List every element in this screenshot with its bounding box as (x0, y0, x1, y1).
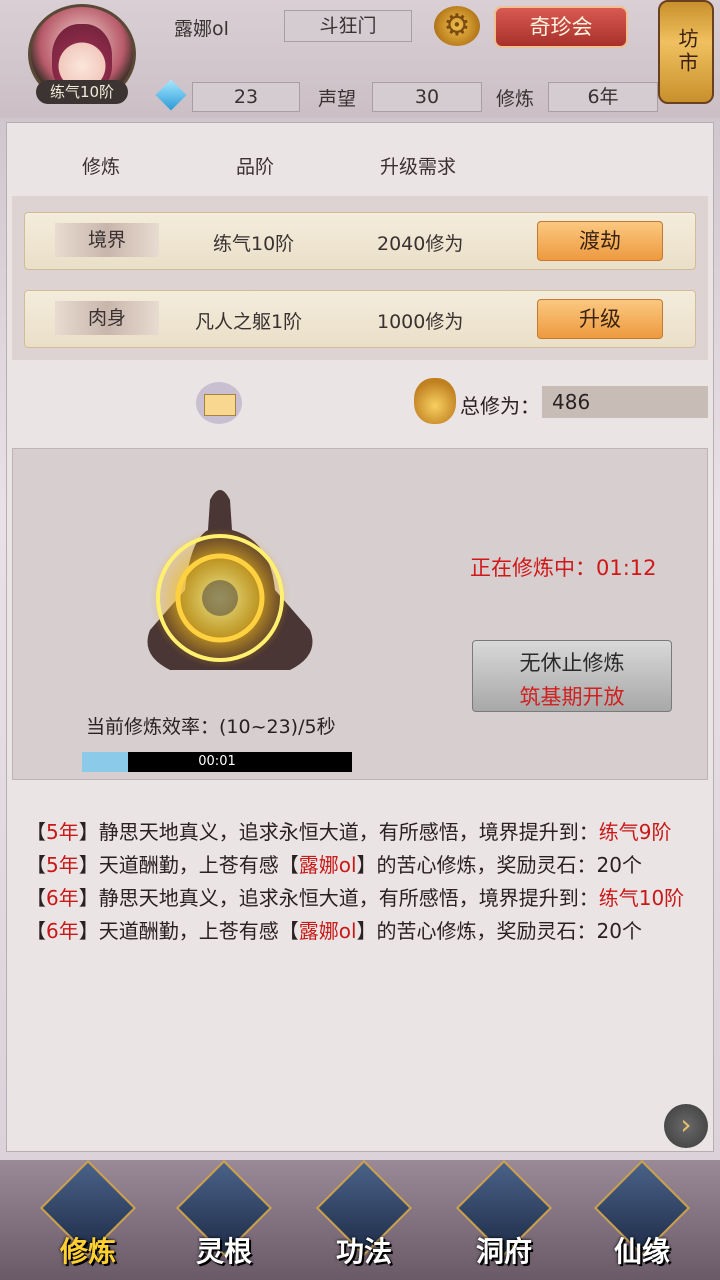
log-tail: 】的苦心修炼，奖励灵石：20个 (356, 853, 642, 877)
endless-label: 无休止修炼 (519, 651, 625, 675)
tribulation-button[interactable]: 渡劫 (537, 221, 663, 261)
log-text: 天道酬勤，上苍有感【 (98, 853, 299, 877)
log-text: 静思天地真义，追求永恒大道，有所感悟，境界提升到： (98, 886, 599, 910)
bracket: 】 (78, 886, 99, 910)
log-entry: 【5年】天道酬勤，上苍有感【露娜ol】的苦心修炼，奖励灵石：20个 (26, 849, 696, 882)
cultivation-log: 【5年】静思天地真义，追求永恒大道，有所感悟，境界提升到：练气9阶 【5年】天道酬… (26, 816, 696, 948)
cultivation-rate: 当前修炼效率：(10~23)/5秒 (86, 716, 336, 738)
reputation-label: 声望 (318, 88, 357, 110)
bracket: 】 (78, 919, 99, 943)
bracket: 】 (78, 853, 99, 877)
nav-label: 仙缘 (613, 1235, 670, 1268)
log-year: 5年 (46, 820, 79, 844)
log-highlight: 练气9阶 (598, 820, 672, 844)
bracket: 】 (78, 820, 99, 844)
bracket: 【 (26, 820, 46, 844)
avatar-level-badge: 练气10阶 (36, 80, 128, 104)
column-header-cultivate: 修炼 (82, 156, 121, 178)
log-highlight: 练气10阶 (598, 886, 685, 910)
market-button[interactable]: 坊市 (658, 0, 714, 104)
cultivation-timer: 正在修炼中：01:12 (470, 556, 657, 580)
log-entry: 【5年】静思天地真义，追求永恒大道，有所感悟，境界提升到：练气9阶 (26, 816, 696, 849)
event-button[interactable]: 奇珍会 (494, 6, 628, 48)
log-entry: 【6年】静思天地真义，追求永恒大道，有所感悟，境界提升到：练气10阶 (26, 882, 696, 915)
progress-text: 00:01 (198, 754, 236, 769)
envelope-icon (204, 394, 236, 416)
cultivation-label: 修炼 (496, 88, 535, 110)
player-name: 露娜ol (174, 18, 229, 40)
log-highlight: 露娜ol (298, 853, 357, 877)
log-year: 6年 (46, 919, 79, 943)
row-grade: 凡人之躯1阶 (195, 311, 303, 333)
bracket: 【 (26, 886, 46, 910)
nav-item[interactable]: 功法 (315, 1159, 413, 1270)
row-type-label: 肉身 (55, 301, 159, 335)
nav-item[interactable]: 仙缘 (593, 1159, 691, 1270)
log-year: 6年 (46, 886, 79, 910)
upgrade-row-body: 肉身 凡人之躯1阶 1000修为 升级 (24, 290, 696, 348)
cultivation-years: 6年 (548, 82, 658, 112)
unlock-condition: 筑基期开放 (519, 685, 625, 709)
log-entry: 【6年】天道酬勤，上苍有感【露娜ol】的苦心修炼，奖励灵石：20个 (26, 915, 696, 948)
bracket: 【 (26, 853, 46, 877)
row-requirement: 1000修为 (377, 311, 464, 333)
nav-item[interactable]: 修炼 (39, 1159, 137, 1270)
reputation-value: 30 (372, 82, 482, 112)
total-cultivation-value: 486 (542, 386, 708, 418)
log-text: 天道酬勤，上苍有感【 (98, 919, 299, 943)
nav-label: 修炼 (59, 1235, 116, 1268)
nav-label: 灵根 (195, 1235, 252, 1268)
row-type-label: 境界 (55, 223, 159, 257)
upgrade-button[interactable]: 升级 (537, 299, 663, 339)
log-highlight: 露娜ol (298, 919, 357, 943)
sect-name[interactable]: 斗狂门 (284, 10, 412, 42)
log-tail: 】的苦心修炼，奖励灵石：20个 (356, 919, 642, 943)
log-year: 5年 (46, 853, 79, 877)
upgrade-row-realm: 境界 练气10阶 2040修为 渡劫 (24, 212, 696, 270)
meditating-figure (147, 490, 313, 670)
row-grade: 练气10阶 (213, 233, 295, 255)
column-header-grade: 品阶 (236, 156, 275, 178)
nav-label: 功法 (335, 1235, 392, 1268)
row-requirement: 2040修为 (377, 233, 464, 255)
nav-label: 洞府 (475, 1235, 532, 1268)
spirit-stone-count: 23 (192, 82, 300, 112)
money-bag-icon (414, 378, 456, 424)
bracket: 【 (26, 919, 46, 943)
chevron-right-icon[interactable]: › (664, 1104, 708, 1148)
nav-item[interactable]: 洞府 (455, 1159, 553, 1270)
total-cultivation-label: 总修为： (460, 394, 540, 418)
log-text: 静思天地真义，追求永恒大道，有所感悟，境界提升到： (98, 820, 599, 844)
endless-cultivation-button[interactable]: 无休止修炼 筑基期开放 (472, 640, 672, 712)
gear-icon[interactable]: ⚙ (434, 6, 480, 46)
column-header-requirement: 升级需求 (380, 156, 457, 178)
nav-item[interactable]: 灵根 (175, 1159, 273, 1270)
